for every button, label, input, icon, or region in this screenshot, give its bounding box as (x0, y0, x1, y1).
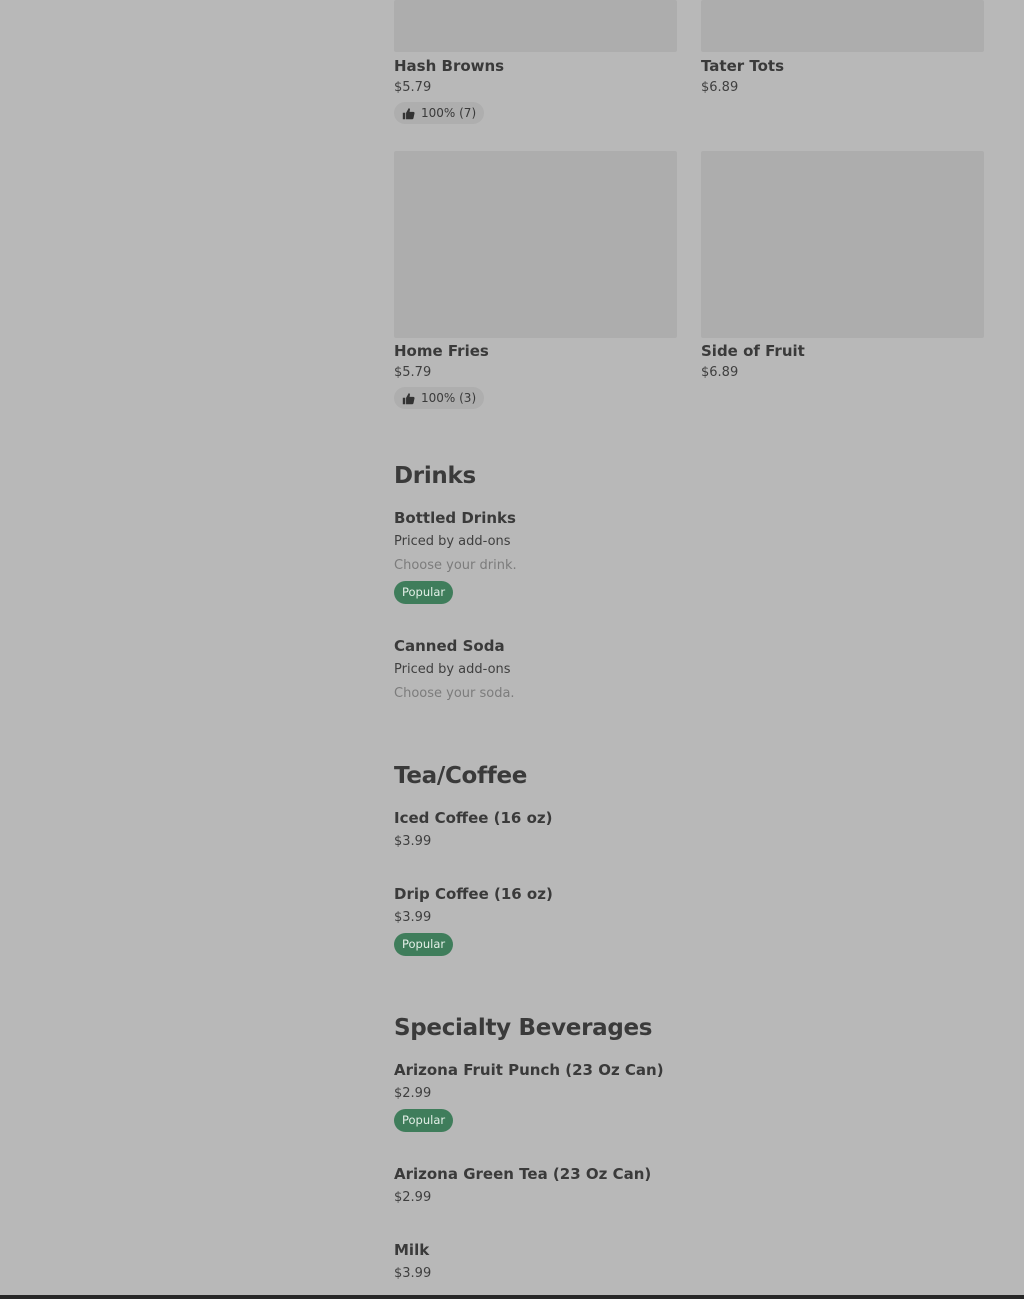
thumbs-up-icon (402, 107, 415, 119)
item-name: Home Fries (394, 342, 489, 360)
item-price: $3.99 (394, 910, 432, 925)
item-price: $5.79 (394, 365, 432, 380)
item-price: Priced by add-ons (394, 534, 511, 549)
item-price: $2.99 (394, 1190, 432, 1205)
section-title-specialty-beverages: Specialty Beverages (394, 1015, 653, 1041)
popular-badge: Popular (394, 581, 454, 604)
item-image-placeholder (701, 0, 984, 52)
menu-item-arizona-green-tea[interactable]: Arizona Green Tea (23 Oz Can) $2.99 (394, 1164, 984, 1207)
menu-card-tater-tots[interactable]: Tater Tots $6.89 (701, 0, 984, 97)
item-price: $6.89 (701, 365, 739, 380)
item-price: Priced by add-ons (394, 662, 511, 677)
item-name: Tater Tots (701, 57, 785, 75)
item-price: $6.89 (701, 80, 739, 95)
item-price: $2.99 (394, 1086, 432, 1101)
menu-card-home-fries[interactable]: Home Fries $5.79 100% (3) (394, 151, 677, 409)
item-name: Hash Browns (394, 57, 505, 75)
rating-pill: 100% (3) (394, 387, 485, 409)
menu-item-iced-coffee[interactable]: Iced Coffee (16 oz) $3.99 (394, 808, 984, 851)
rating-text: 100% (3) (421, 391, 477, 405)
item-image-placeholder (394, 151, 677, 338)
item-price: $3.99 (394, 1266, 432, 1281)
menu-item-milk[interactable]: Milk $3.99 (394, 1240, 984, 1283)
menu-item-arizona-fruit-punch[interactable]: Arizona Fruit Punch (23 Oz Can) $2.99 Po… (394, 1060, 984, 1132)
item-name: Drip Coffee (16 oz) (394, 885, 553, 903)
item-name: Iced Coffee (16 oz) (394, 809, 553, 827)
section-title-drinks: Drinks (394, 463, 476, 489)
item-image-placeholder (394, 0, 677, 52)
item-name: Bottled Drinks (394, 509, 516, 527)
item-name: Arizona Fruit Punch (23 Oz Can) (394, 1061, 664, 1079)
menu-item-bottled-drinks[interactable]: Bottled Drinks Priced by add-ons Choose … (394, 508, 984, 604)
rating-pill: 100% (7) (394, 102, 485, 124)
popular-badge: Popular (394, 933, 454, 956)
item-name: Arizona Green Tea (23 Oz Can) (394, 1165, 652, 1183)
item-name: Milk (394, 1241, 430, 1259)
rating-text: 100% (7) (421, 106, 477, 120)
popular-badge: Popular (394, 1109, 454, 1132)
menu-page: Hash Browns $5.79 100% (7) Tater Tots $6… (0, 0, 1024, 1299)
item-image-placeholder (701, 151, 984, 338)
menu-item-canned-soda[interactable]: Canned Soda Priced by add-ons Choose you… (394, 636, 984, 703)
item-price: $3.99 (394, 834, 432, 849)
item-name: Canned Soda (394, 637, 505, 655)
menu-card-side-of-fruit[interactable]: Side of Fruit $6.89 (701, 151, 984, 382)
item-description: Choose your drink. (394, 558, 517, 573)
item-name: Side of Fruit (701, 342, 805, 360)
menu-item-drip-coffee[interactable]: Drip Coffee (16 oz) $3.99 Popular (394, 884, 984, 956)
section-title-tea-coffee: Tea/Coffee (394, 763, 528, 789)
thumbs-up-icon (402, 392, 415, 404)
item-description: Choose your soda. (394, 686, 515, 701)
item-price: $5.79 (394, 80, 432, 95)
bottom-edge-bar (0, 1295, 1024, 1299)
menu-card-hash-browns[interactable]: Hash Browns $5.79 100% (7) (394, 0, 677, 124)
